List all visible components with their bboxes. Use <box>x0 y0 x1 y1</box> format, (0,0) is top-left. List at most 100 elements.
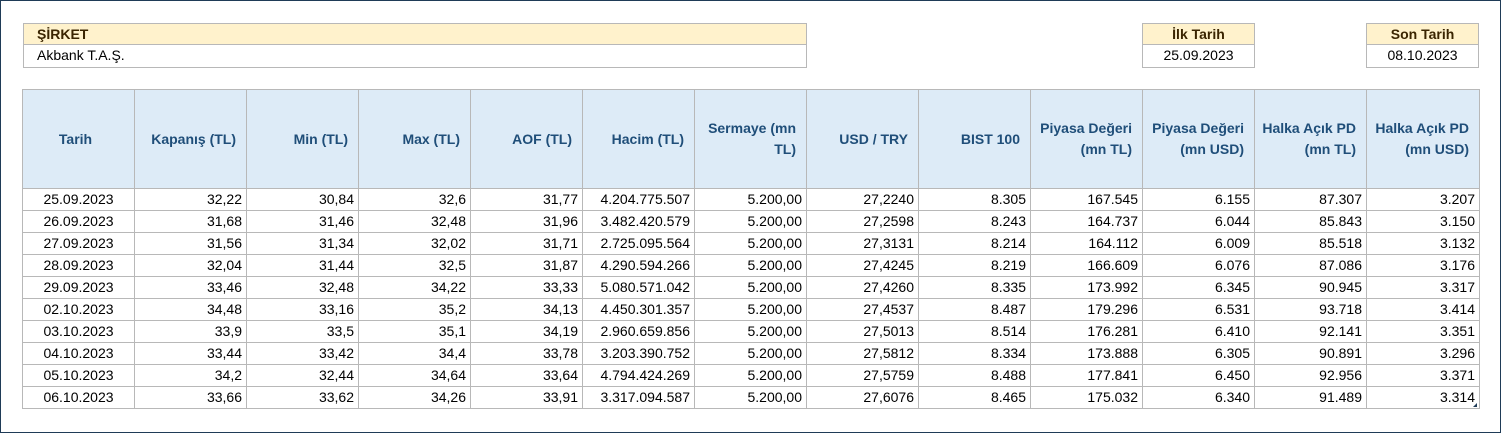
date-cell[interactable]: 27.09.2023 <box>22 232 135 255</box>
value-cell[interactable]: 5.200,00 <box>694 320 807 343</box>
value-cell[interactable]: 31,44 <box>246 254 359 277</box>
value-cell[interactable]: 31,96 <box>470 210 583 233</box>
date-cell[interactable]: 28.09.2023 <box>22 254 135 277</box>
value-cell[interactable]: 32,02 <box>358 232 471 255</box>
value-cell[interactable]: 3.414 <box>1366 298 1480 321</box>
value-cell[interactable]: 35,1 <box>358 320 471 343</box>
value-cell[interactable]: 177.841 <box>1030 364 1143 387</box>
value-cell[interactable]: 8.243 <box>918 210 1031 233</box>
first-date-cell[interactable]: 25.09.2023 <box>1143 45 1254 66</box>
value-cell[interactable]: 5.200,00 <box>694 364 807 387</box>
value-cell[interactable]: 27,2240 <box>806 188 919 211</box>
value-cell[interactable]: 32,48 <box>358 210 471 233</box>
value-cell[interactable]: 4.450.301.357 <box>582 298 695 321</box>
value-cell[interactable]: 5.200,00 <box>694 188 807 211</box>
value-cell[interactable]: 4.290.594.266 <box>582 254 695 277</box>
value-cell[interactable]: 34,26 <box>358 386 471 409</box>
value-cell[interactable]: 33,46 <box>134 276 247 299</box>
value-cell[interactable]: 167.545 <box>1030 188 1143 211</box>
value-cell[interactable]: 8.488 <box>918 364 1031 387</box>
value-cell[interactable]: 31,34 <box>246 232 359 255</box>
value-cell[interactable]: 31,87 <box>470 254 583 277</box>
column-header[interactable]: Min (TL) <box>246 89 359 189</box>
column-header[interactable]: Piyasa Değeri (mn USD) <box>1142 89 1255 189</box>
value-cell[interactable]: 33,91 <box>470 386 583 409</box>
value-cell[interactable]: 87.307 <box>1254 188 1367 211</box>
value-cell[interactable]: 5.200,00 <box>694 342 807 365</box>
value-cell[interactable]: 6.450 <box>1142 364 1255 387</box>
value-cell[interactable]: 5.200,00 <box>694 276 807 299</box>
value-cell[interactable]: 33,5 <box>246 320 359 343</box>
value-cell[interactable]: 33,16 <box>246 298 359 321</box>
value-cell[interactable]: 3.371 <box>1366 364 1480 387</box>
value-cell[interactable]: 33,64 <box>470 364 583 387</box>
value-cell[interactable]: 8.465 <box>918 386 1031 409</box>
value-cell[interactable]: 164.112 <box>1030 232 1143 255</box>
value-cell[interactable]: 8.487 <box>918 298 1031 321</box>
value-cell[interactable]: 8.305 <box>918 188 1031 211</box>
value-cell[interactable]: 5.200,00 <box>694 386 807 409</box>
last-date-cell[interactable]: 08.10.2023 <box>1367 45 1478 66</box>
value-cell[interactable]: 176.281 <box>1030 320 1143 343</box>
value-cell[interactable]: 33,9 <box>134 320 247 343</box>
date-cell[interactable]: 06.10.2023 <box>22 386 135 409</box>
value-cell[interactable]: 93.718 <box>1254 298 1367 321</box>
value-cell[interactable]: 31,46 <box>246 210 359 233</box>
value-cell[interactable]: 33,66 <box>134 386 247 409</box>
value-cell[interactable]: 90.945 <box>1254 276 1367 299</box>
column-header[interactable]: Piyasa Değeri (mn TL) <box>1030 89 1143 189</box>
value-cell[interactable]: 5.080.571.042 <box>582 276 695 299</box>
value-cell[interactable]: 27,3131 <box>806 232 919 255</box>
value-cell[interactable]: 27,4245 <box>806 254 919 277</box>
date-cell[interactable]: 02.10.2023 <box>22 298 135 321</box>
resize-handle-icon[interactable] <box>1473 403 1477 407</box>
column-header[interactable]: AOF (TL) <box>470 89 583 189</box>
value-cell[interactable]: 33,42 <box>246 342 359 365</box>
value-cell[interactable]: 33,33 <box>470 276 583 299</box>
value-cell[interactable]: 166.609 <box>1030 254 1143 277</box>
column-header[interactable]: Tarih <box>22 89 135 189</box>
value-cell[interactable]: 5.200,00 <box>694 210 807 233</box>
column-header[interactable]: Hacim (TL) <box>582 89 695 189</box>
value-cell[interactable]: 92.956 <box>1254 364 1367 387</box>
value-cell[interactable]: 3.317.094.587 <box>582 386 695 409</box>
value-cell[interactable]: 6.076 <box>1142 254 1255 277</box>
company-name-cell[interactable]: Akbank T.A.Ş. <box>24 45 806 66</box>
value-cell[interactable]: 6.410 <box>1142 320 1255 343</box>
value-cell[interactable]: 3.296 <box>1366 342 1480 365</box>
value-cell[interactable]: 173.888 <box>1030 342 1143 365</box>
value-cell[interactable]: 8.335 <box>918 276 1031 299</box>
value-cell[interactable]: 5.200,00 <box>694 232 807 255</box>
value-cell[interactable]: 27,5812 <box>806 342 919 365</box>
column-header[interactable]: USD / TRY <box>806 89 919 189</box>
value-cell[interactable]: 31,77 <box>470 188 583 211</box>
value-cell[interactable]: 32,22 <box>134 188 247 211</box>
value-cell[interactable]: 4.204.775.507 <box>582 188 695 211</box>
column-header[interactable]: Max (TL) <box>358 89 471 189</box>
value-cell[interactable]: 5.200,00 <box>694 298 807 321</box>
value-cell[interactable]: 27,5759 <box>806 364 919 387</box>
value-cell[interactable]: 3.150 <box>1366 210 1480 233</box>
value-cell[interactable]: 33,78 <box>470 342 583 365</box>
column-header[interactable]: Sermaye (mn TL) <box>694 89 807 189</box>
value-cell[interactable]: 6.340 <box>1142 386 1255 409</box>
value-cell[interactable]: 91.489 <box>1254 386 1367 409</box>
value-cell[interactable]: 27,6076 <box>806 386 919 409</box>
value-cell[interactable]: 27,2598 <box>806 210 919 233</box>
value-cell[interactable]: 31,71 <box>470 232 583 255</box>
value-cell[interactable]: 34,19 <box>470 320 583 343</box>
value-cell[interactable]: 27,4260 <box>806 276 919 299</box>
column-header[interactable]: Halka Açık PD (mn USD) <box>1366 89 1480 189</box>
value-cell[interactable]: 3.351 <box>1366 320 1480 343</box>
value-cell[interactable]: 32,04 <box>134 254 247 277</box>
value-cell[interactable]: 34,2 <box>134 364 247 387</box>
value-cell[interactable]: 6.345 <box>1142 276 1255 299</box>
date-cell[interactable]: 25.09.2023 <box>22 188 135 211</box>
value-cell[interactable]: 164.737 <box>1030 210 1143 233</box>
value-cell[interactable]: 175.032 <box>1030 386 1143 409</box>
value-cell[interactable]: 3.314 <box>1366 386 1480 409</box>
value-cell[interactable]: 34,22 <box>358 276 471 299</box>
value-cell[interactable]: 33,44 <box>134 342 247 365</box>
value-cell[interactable]: 30,84 <box>246 188 359 211</box>
value-cell[interactable]: 3.203.390.752 <box>582 342 695 365</box>
